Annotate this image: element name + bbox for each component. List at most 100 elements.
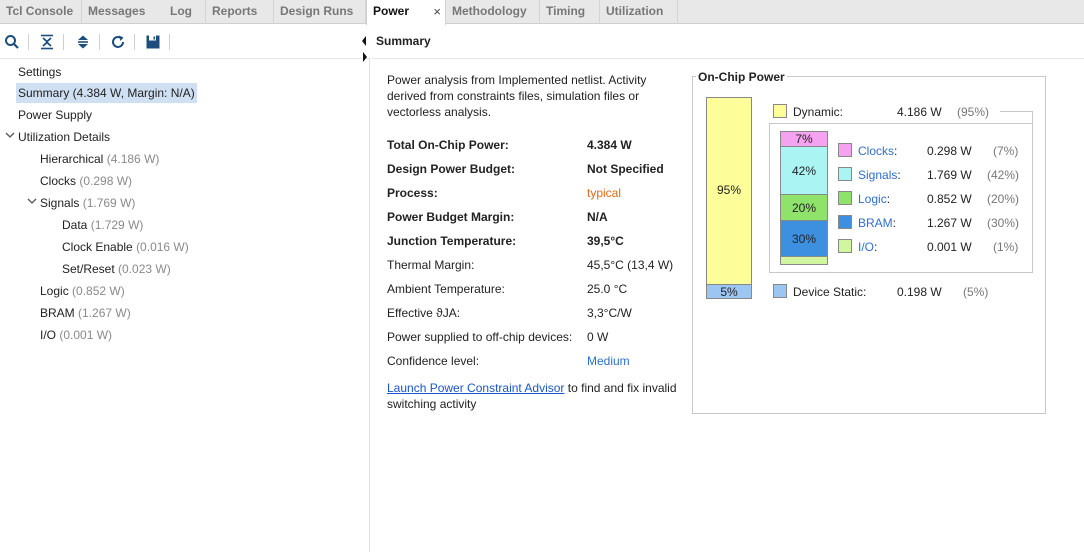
row-value: 39,5°C xyxy=(587,234,624,248)
chevron-down-icon[interactable] xyxy=(27,197,37,208)
tab-label: Utilization xyxy=(606,4,664,18)
clocks-pct: (7%) xyxy=(993,144,1019,158)
logic-bar-segment: 20% xyxy=(781,195,827,221)
dynamic-value: 4.186 W xyxy=(897,105,942,119)
logic-swatch xyxy=(838,191,852,205)
tab-utilization[interactable]: Utilization xyxy=(600,0,678,24)
legend-colon: : xyxy=(892,216,897,230)
row-label: Power Budget Margin: xyxy=(387,210,515,224)
logic-link[interactable]: Logic xyxy=(858,192,887,206)
row-label: Power supplied to off-chip devices: xyxy=(387,330,573,344)
tree-item-summary[interactable]: Summary (4.384 W, Margin: N/A) xyxy=(16,83,197,103)
tree-item-power-supply[interactable]: Power Supply xyxy=(18,105,92,125)
expand-all-icon[interactable] xyxy=(73,32,93,52)
bram-link[interactable]: BRAM xyxy=(858,216,893,230)
panel-splitter[interactable] xyxy=(360,34,370,64)
tree-item-bram[interactable]: BRAM (1.267 W) xyxy=(40,303,131,323)
logic-legend-label: Logic: xyxy=(858,192,890,206)
save-icon[interactable] xyxy=(143,32,163,52)
signals-value: 1.769 W xyxy=(927,168,972,182)
advisor-text: Launch Power Constraint Advisor to find … xyxy=(387,380,677,412)
tab-label: Design Runs xyxy=(280,4,354,18)
collapse-left-icon xyxy=(362,36,367,62)
tree-value: (0.023 W) xyxy=(118,262,171,276)
tab-label: Tcl Console xyxy=(6,4,74,18)
dynamic-pct: (95%) xyxy=(957,105,990,119)
tree-item-logic[interactable]: Logic (0.852 W) xyxy=(40,281,125,301)
tree-item-data[interactable]: Data (1.729 W) xyxy=(62,215,143,235)
signals-pct: (42%) xyxy=(987,168,1020,182)
segment-label: 7% xyxy=(795,132,813,146)
tab-tcl-console[interactable]: Tcl Console xyxy=(0,0,82,24)
tree-item-set-reset[interactable]: Set/Reset (0.023 W) xyxy=(62,259,171,279)
tree-value: (0.016 W) xyxy=(136,240,189,254)
io-value: 0.001 W xyxy=(927,240,972,254)
tab-design-runs[interactable]: Design Runs xyxy=(274,0,366,24)
search-icon[interactable] xyxy=(2,32,22,52)
row-value: 3,3°C/W xyxy=(587,306,632,320)
tree-label: Signals xyxy=(40,196,80,210)
bram-value: 1.267 W xyxy=(927,216,972,230)
row-label: Process: xyxy=(387,186,438,200)
io-bar-segment xyxy=(781,257,827,264)
bram-swatch xyxy=(838,215,852,229)
tree-label: Set/Reset xyxy=(62,262,115,276)
tree-value: (0.852 W) xyxy=(72,284,125,298)
row-value: N/A xyxy=(587,210,608,224)
tab-power[interactable]: Power × xyxy=(366,0,446,25)
legend-colon: : xyxy=(894,144,898,158)
tab-label: Reports xyxy=(212,4,258,18)
tree-item-utilization-details[interactable]: Utilization Details xyxy=(18,127,110,147)
tree-label: Clocks xyxy=(40,174,77,188)
tab-log[interactable]: Log xyxy=(164,0,206,24)
confidence-level-link[interactable]: Medium xyxy=(587,352,630,370)
tab-label: Messages xyxy=(88,4,146,18)
signals-link[interactable]: Signals xyxy=(858,168,897,182)
io-link[interactable]: I/O xyxy=(858,240,874,254)
clocks-link[interactable]: Clocks xyxy=(858,144,894,158)
tree-label: Utilization Details xyxy=(18,130,111,144)
refresh-icon[interactable] xyxy=(108,32,128,52)
dynamic-swatch xyxy=(773,104,787,118)
summary-intro: Power analysis from Implemented netlist.… xyxy=(387,73,647,119)
row-value: 0 W xyxy=(587,330,609,344)
io-pct: (1%) xyxy=(993,240,1019,254)
page-title: Summary xyxy=(376,34,431,48)
collapse-all-icon[interactable] xyxy=(37,32,57,52)
tree-item-io[interactable]: I/O (0.001 W) xyxy=(40,325,112,345)
close-icon[interactable]: × xyxy=(433,0,441,23)
tree-item-hierarchical[interactable]: Hierarchical (4.186 W) xyxy=(40,149,159,169)
chevron-down-icon[interactable] xyxy=(5,131,15,142)
tree-value: (1.769 W) xyxy=(82,196,136,210)
tree-item-signals[interactable]: Signals (1.769 W) xyxy=(40,193,135,213)
row-label: Design Power Budget: xyxy=(387,162,516,176)
row-label: Thermal Margin: xyxy=(387,258,475,272)
logic-value: 0.852 W xyxy=(927,192,972,206)
static-label: Device Static: xyxy=(793,285,867,299)
static-pct: (5%) xyxy=(963,285,989,299)
power-constraint-advisor-link[interactable]: Launch Power Constraint Advisor xyxy=(387,381,564,395)
clocks-bar-segment: 7% xyxy=(781,132,827,147)
row-value: Not Specified xyxy=(587,162,664,176)
static-bar-label: 5% xyxy=(720,285,738,299)
tree-item-clock-enable[interactable]: Clock Enable (0.016 W) xyxy=(62,237,189,257)
clocks-value: 0.298 W xyxy=(927,144,972,158)
tree-item-clocks[interactable]: Clocks (0.298 W) xyxy=(40,171,132,191)
signals-bar-segment: 42% xyxy=(781,147,827,195)
clocks-swatch xyxy=(838,143,852,157)
tab-reports[interactable]: Reports xyxy=(206,0,274,24)
process-value-link[interactable]: typical xyxy=(587,184,621,202)
bram-legend-label: BRAM: xyxy=(858,216,896,230)
row-label: Ambient Temperature: xyxy=(387,282,505,296)
tab-label: Log xyxy=(170,4,192,18)
tab-timing[interactable]: Timing xyxy=(540,0,600,24)
tab-methodology[interactable]: Methodology xyxy=(446,0,540,24)
tree-label: Power Supply xyxy=(18,108,93,122)
tree-item-settings[interactable]: Settings xyxy=(18,62,61,82)
toolbar xyxy=(0,28,370,56)
legend-colon: : xyxy=(874,240,878,254)
tree-value: (1.729 W) xyxy=(90,218,144,232)
tree-value: (0.298 W) xyxy=(79,174,133,188)
bram-pct: (30%) xyxy=(987,216,1020,230)
signals-swatch xyxy=(838,167,852,181)
